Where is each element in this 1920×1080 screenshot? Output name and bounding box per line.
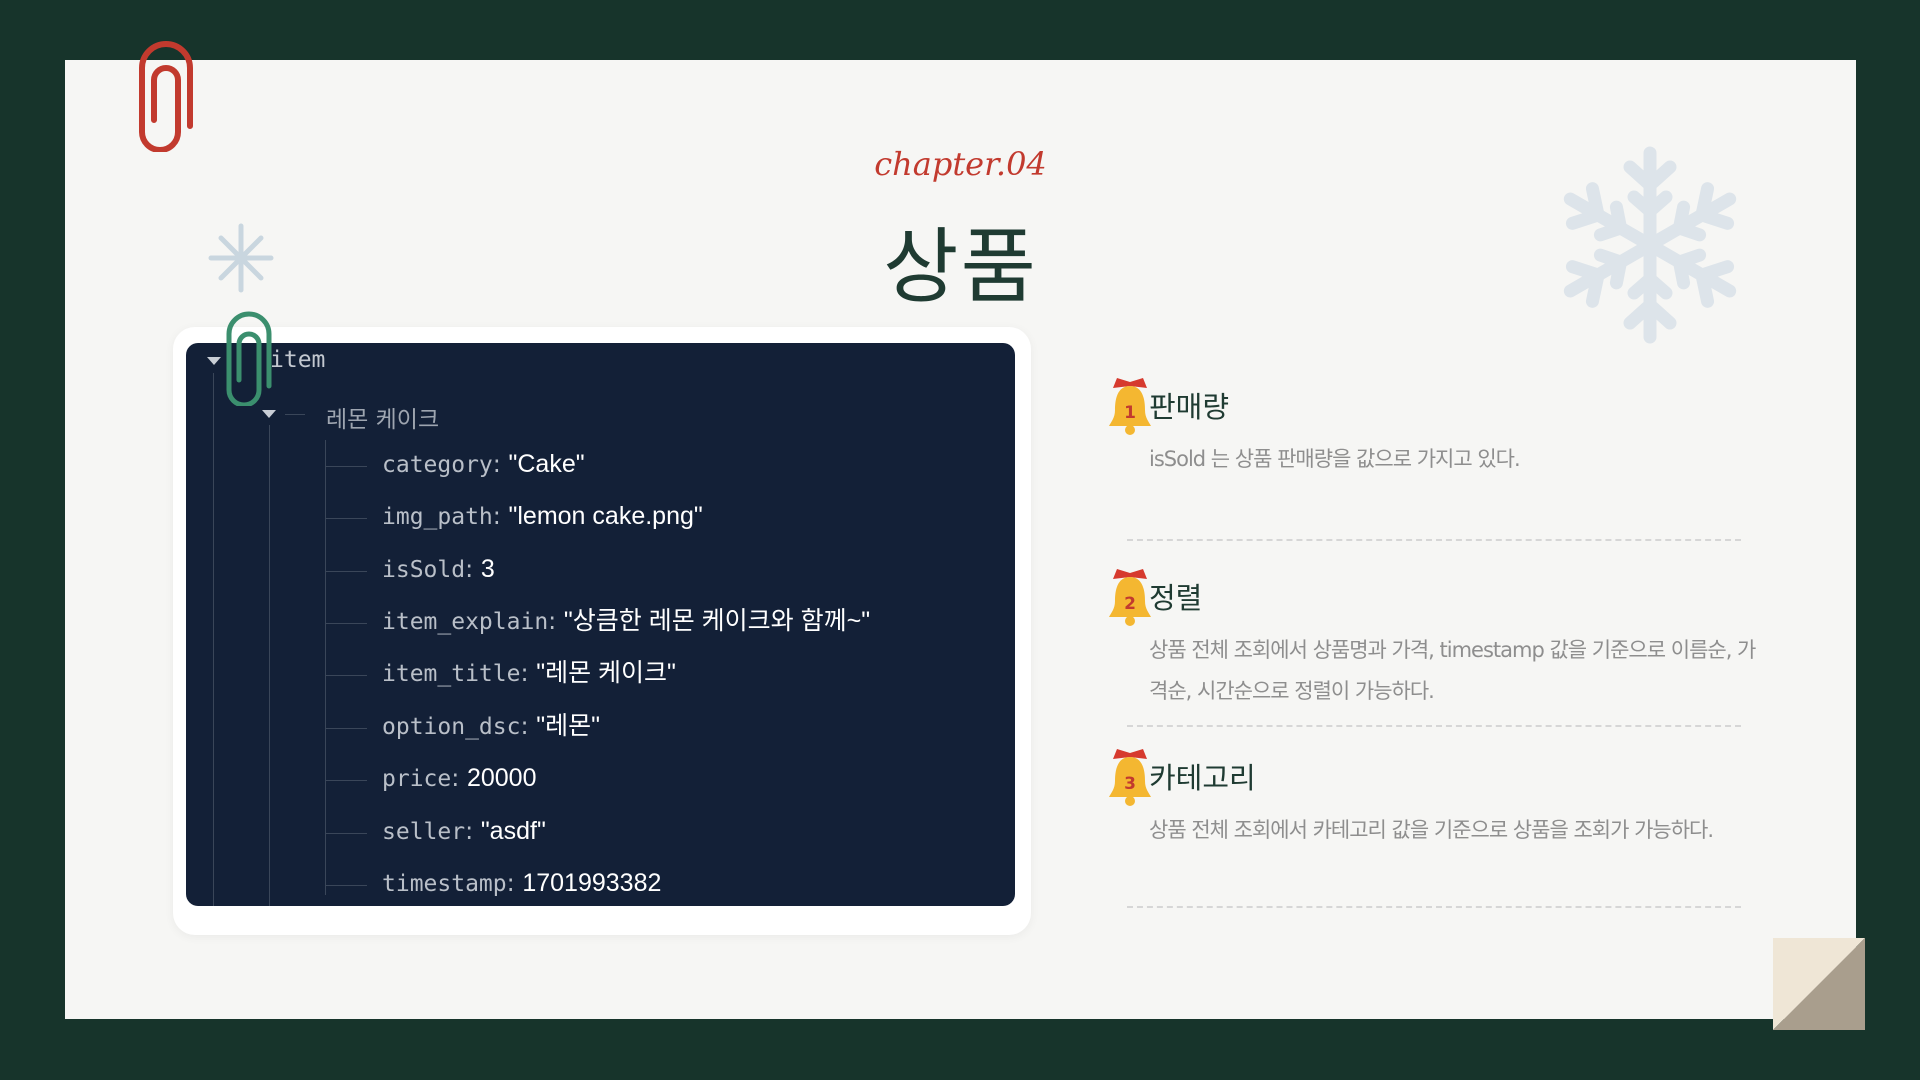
- tree-field-row: item_title: "레몬 케이크": [382, 659, 676, 687]
- field-value: 3: [480, 555, 495, 583]
- tree-field-row: price: 20000: [382, 764, 537, 792]
- feature-name: 카테고리: [1149, 761, 1256, 795]
- field-value: "Cake": [508, 450, 585, 478]
- field-value: "asdf": [480, 817, 546, 845]
- field-value: 1701993382: [522, 869, 662, 897]
- field-key: price: [382, 766, 452, 792]
- tree-branch-line: [325, 780, 367, 781]
- tree-field-row: item_explain: "상큼한 레몬 케이크와 함께~": [382, 607, 871, 635]
- feature-name: 정렬: [1149, 581, 1203, 615]
- feature-desc: 상품 전체 조회에서 카테고리 값을 기준으로 상품을 조회가 가능하다.: [1149, 818, 1714, 842]
- tree-branch-line: [325, 885, 367, 886]
- tree-branch-line: [325, 833, 367, 834]
- tree-field-row: option_dsc: "레몬": [382, 712, 600, 740]
- field-key: timestamp: [382, 871, 507, 897]
- tree-branch-line: [325, 518, 367, 519]
- field-value: "lemon cake.png": [508, 502, 703, 530]
- bell-icon: 3: [1109, 749, 1151, 806]
- tree-field-row: isSold: 3: [382, 555, 495, 583]
- expand-caret-icon[interactable]: [262, 410, 276, 418]
- slide-panel: chapter.04 상품 item 레몬 케이크 category: "Cak…: [65, 41, 1856, 1019]
- tree-branch-line: [285, 414, 305, 415]
- tree-field-row: img_path: "lemon cake.png": [382, 502, 703, 530]
- paperclip-icon: [139, 41, 193, 152]
- tree-branch-line: [325, 466, 367, 467]
- tree-guide-line: [325, 440, 326, 895]
- tree-branch-line: [325, 623, 367, 624]
- tree-node-label: 레몬 케이크: [326, 407, 440, 433]
- feature-item: 3 카테고리 상품 전체 조회에서 카테고리 값을 기준으로 상품을 조회가 가…: [1105, 749, 1785, 845]
- field-value: "상큼한 레몬 케이크와 함께~": [563, 607, 871, 635]
- bell-number: 1: [1124, 403, 1136, 423]
- feature-item: 2 정렬 상품 전체 조회에서 상품명과 가격, timestamp 값을 기준…: [1105, 569, 1785, 703]
- field-key: item_explain: [382, 609, 549, 635]
- divider: [1127, 906, 1741, 908]
- field-key: img_path: [382, 504, 493, 530]
- chapter-label: chapter.04: [874, 145, 1047, 183]
- feature-desc: isSold 는 상품 판매량을 값으로 가지고 있다.: [1149, 447, 1521, 471]
- field-key: category: [382, 452, 493, 478]
- bell-number: 3: [1124, 774, 1136, 794]
- tree-field-row: category: "Cake": [382, 450, 585, 478]
- page-curl-corner: [1773, 938, 1865, 1030]
- tree-root-label: item: [270, 347, 326, 373]
- tree-branch-line: [325, 571, 367, 572]
- field-key: option_dsc: [382, 714, 521, 740]
- field-key: seller: [382, 819, 466, 845]
- tree-guide-line: [269, 425, 270, 906]
- tree-branch-line: [325, 728, 367, 729]
- expand-caret-icon[interactable]: [207, 357, 221, 365]
- feature-name: 판매량: [1149, 390, 1230, 424]
- code-tree-panel: item 레몬 케이크 category: "Cake" img_path: "…: [186, 343, 1015, 906]
- field-value: "레몬 케이크": [536, 659, 676, 687]
- page-title: 상품: [883, 220, 1038, 315]
- bell-number: 2: [1124, 594, 1136, 614]
- tree-branch-line: [325, 675, 367, 676]
- tree-field-row: seller: "asdf": [382, 817, 546, 845]
- tree-field-row: timestamp: 1701993382: [382, 869, 662, 897]
- field-key: item_title: [382, 661, 521, 687]
- bell-icon: 1: [1109, 378, 1151, 435]
- divider: [1127, 539, 1741, 541]
- paperclip-icon: [226, 311, 272, 406]
- feature-desc: 상품 전체 조회에서 상품명과 가격, timestamp 값을 기준으로 이름…: [1149, 638, 1756, 703]
- bell-icon: 2: [1109, 569, 1151, 626]
- tree-guide-line: [213, 373, 214, 906]
- field-value: "레몬": [536, 712, 600, 740]
- divider: [1127, 725, 1741, 727]
- field-value: 20000: [466, 764, 537, 792]
- field-key: isSold: [382, 557, 466, 583]
- feature-item: 1 판매량 isSold 는 상품 판매량을 값으로 가지고 있다.: [1105, 378, 1785, 474]
